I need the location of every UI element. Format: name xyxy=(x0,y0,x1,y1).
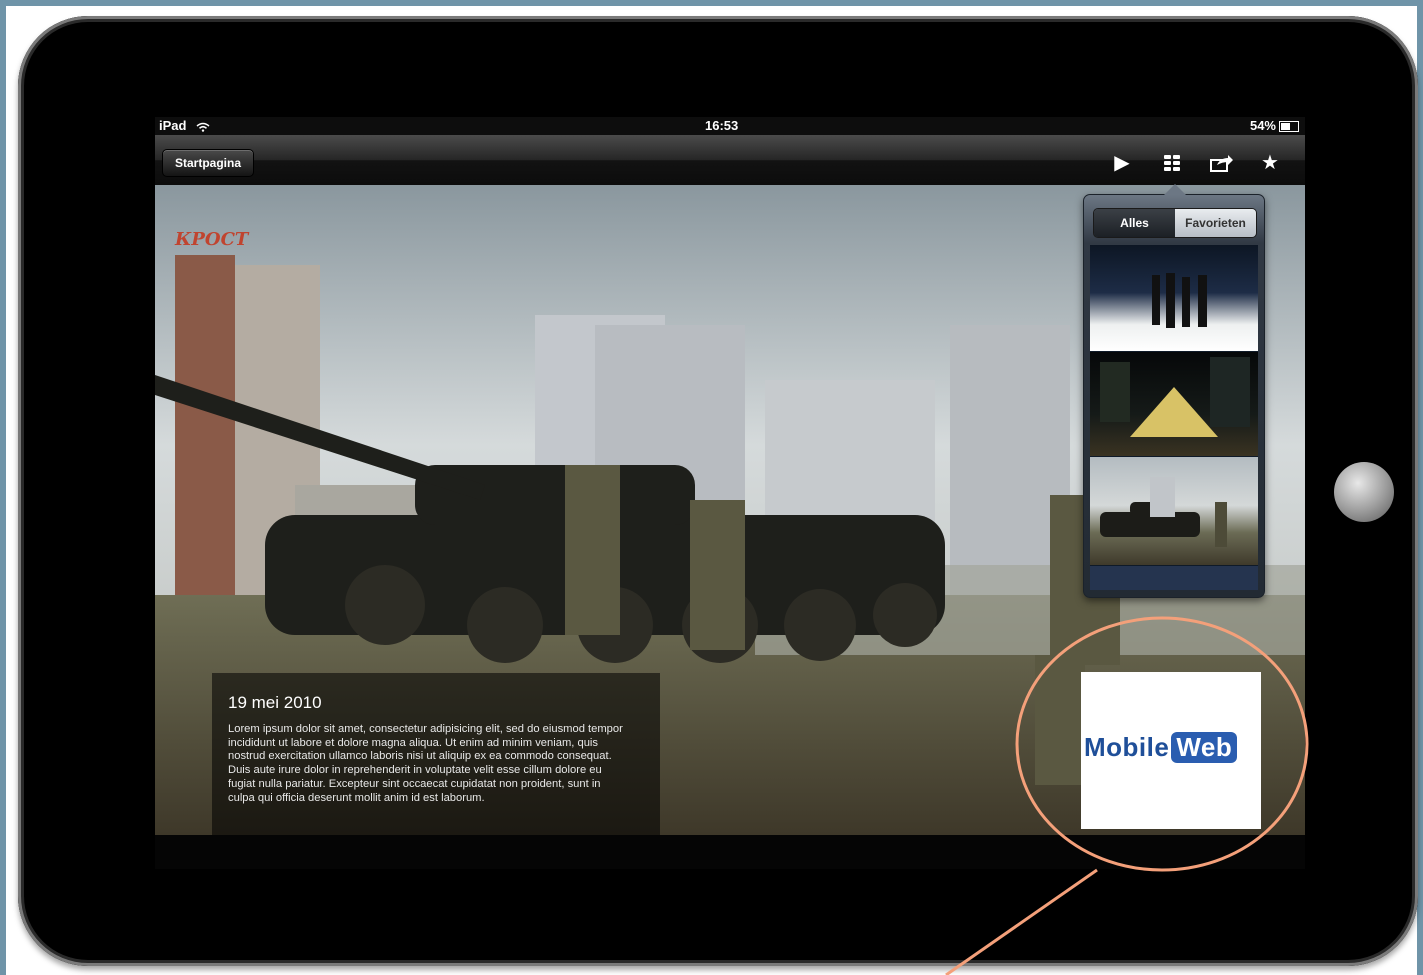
logo-wordmark: Mobile Web xyxy=(1084,732,1238,763)
battery-status: 54% xyxy=(1250,118,1299,133)
thumbnail-list xyxy=(1090,245,1258,590)
logo-web: Web xyxy=(1171,732,1238,763)
thumbnail-stage[interactable] xyxy=(1090,245,1258,351)
caption-date: 19 mei 2010 xyxy=(228,693,322,712)
thumbnail-night-tent[interactable] xyxy=(1090,352,1258,456)
toolbar-icons: ▶ ★ xyxy=(1110,151,1300,175)
share-icon[interactable] xyxy=(1210,151,1234,175)
grid-icon[interactable] xyxy=(1160,151,1184,175)
logo-mobile: Mobile xyxy=(1084,732,1170,762)
thumbnail-tank[interactable] xyxy=(1090,457,1258,565)
wifi-icon xyxy=(196,122,210,132)
status-bar: iPad 16:53 54% xyxy=(155,117,1305,135)
segmented-control: Alles Favorieten xyxy=(1093,208,1257,238)
home-button[interactable] xyxy=(1334,462,1394,522)
segment-favorieten[interactable]: Favorieten xyxy=(1175,209,1256,237)
segment-alles[interactable]: Alles xyxy=(1094,209,1175,237)
photo-caption: 19 mei 2010 Lorem ipsum dolor sit amet, … xyxy=(212,673,660,835)
device-label: iPad xyxy=(159,118,210,133)
navigation-bar: Startpagina ▶ ★ xyxy=(155,135,1305,186)
building-sign: КРОСТ xyxy=(174,229,250,250)
photo-popover: Alles Favorieten xyxy=(1083,184,1265,598)
caption-body: Lorem ipsum dolor sit amet, consectetur … xyxy=(228,723,623,804)
mobileweb-logo: Mobile Web xyxy=(1081,672,1261,829)
star-icon[interactable]: ★ xyxy=(1258,151,1282,175)
startpagina-button[interactable]: Startpagina xyxy=(162,149,255,177)
popover-arrow xyxy=(1164,184,1186,195)
battery-icon xyxy=(1279,121,1299,133)
clock: 16:53 xyxy=(705,118,739,133)
play-icon[interactable]: ▶ xyxy=(1110,151,1134,175)
thumbnail-partial[interactable] xyxy=(1090,566,1258,590)
bottom-bar xyxy=(155,835,1305,869)
